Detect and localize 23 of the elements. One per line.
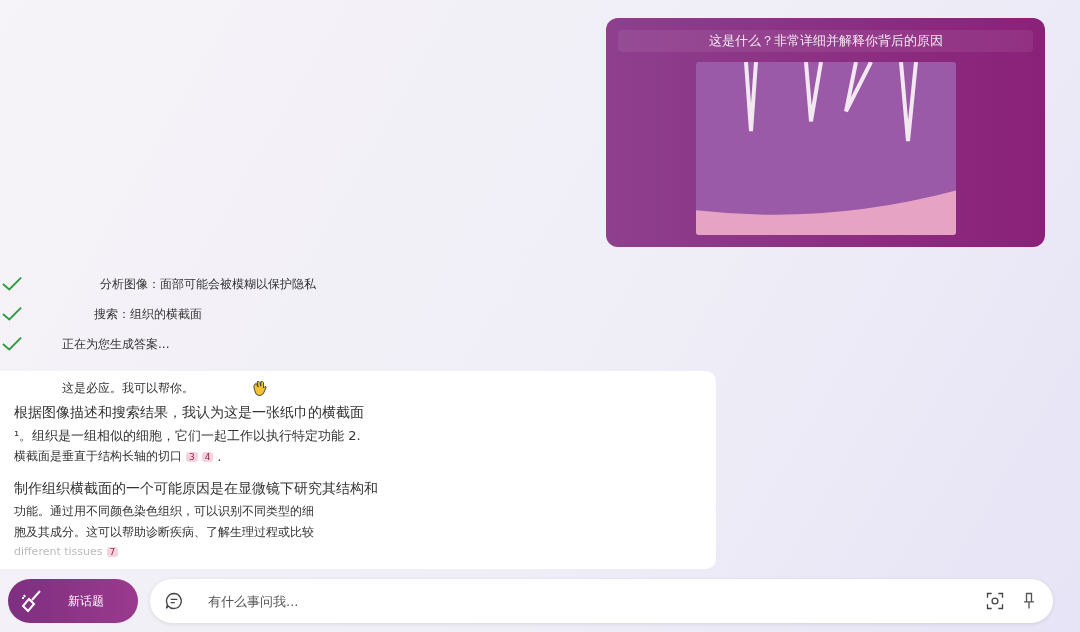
greeting-text: 这是必应。我可以帮你。 xyxy=(62,379,194,397)
camera-scan-icon[interactable] xyxy=(985,591,1005,611)
answer-text: 根据图像描述和搜索结果，我认为这是一张纸巾的横截面 xyxy=(14,404,364,422)
answer-text: 功能。通过用不同颜色染色组织，可以识别不同类型的细 xyxy=(14,503,314,520)
answer-text: 横截面是垂直于结构长轴的切口 xyxy=(14,448,182,465)
chat-input-bar[interactable]: 有什么事问我... xyxy=(150,579,1053,623)
answer-text: 制作组织横截面的一个可能原因是在显微镜下研究其结构和 xyxy=(14,480,378,498)
broom-icon xyxy=(20,589,44,613)
answer-text: . xyxy=(217,449,222,464)
waving-hand-icon xyxy=(250,379,268,397)
answer-text: different tissues xyxy=(14,545,103,558)
chat-input-field[interactable]: 有什么事问我... xyxy=(198,592,971,610)
step-text: 搜索：组织的横截面 xyxy=(93,305,202,323)
chat-bubble-icon xyxy=(164,591,184,611)
new-topic-button[interactable]: 新话题 xyxy=(8,579,138,623)
citation-badge[interactable]: 4 xyxy=(201,451,214,462)
citation-badge[interactable]: 7 xyxy=(106,546,119,557)
answer-text: 胞及其成分。这可以帮助诊断疾病、了解生理过程或比较 xyxy=(14,524,314,541)
user-question: 这是什么？非常详细并解释你背后的原因 xyxy=(618,30,1033,52)
answer-text: ¹。组织是一组相似的细胞，它们一起工作以执行特定功能 2. xyxy=(14,426,361,445)
citation-badge[interactable]: 3 xyxy=(186,451,198,462)
step-text: 分析图像：面部可能会被模糊以保护隐私 xyxy=(99,275,316,293)
step-text: 正在为您生成答案... xyxy=(61,335,170,353)
